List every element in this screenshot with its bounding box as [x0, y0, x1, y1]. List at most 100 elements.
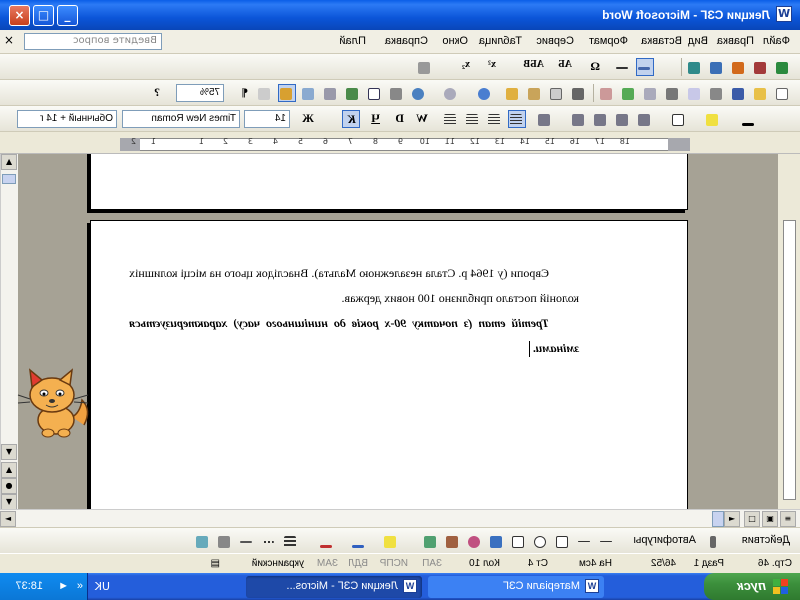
strike-button[interactable]: W	[416, 111, 428, 126]
spelling-status-icon[interactable]: ▤	[211, 558, 220, 569]
next-page-button[interactable]: ▼	[1, 494, 17, 510]
open-icon[interactable]	[752, 84, 770, 102]
document-text[interactable]: Європи (у 1964 р. Стала незалежною Мальт…	[129, 261, 579, 361]
status-trk[interactable]: ИСПР	[380, 558, 408, 569]
reading-icon[interactable]	[256, 84, 274, 102]
italic-button[interactable]: К	[342, 110, 360, 128]
paragraph-text[interactable]: Третій етап (з початку 90-х років до нин…	[129, 316, 579, 355]
language-indicator[interactable]: UK	[95, 580, 110, 593]
task-lectures[interactable]: W Лекции СЗГ - Micros...	[246, 576, 422, 598]
increase-indent-icon[interactable]	[636, 110, 654, 128]
clock[interactable]: 18:37	[15, 580, 43, 592]
save-icon[interactable]	[730, 84, 748, 102]
access-icon[interactable]	[752, 58, 770, 76]
align-left-icon[interactable]	[442, 110, 460, 128]
print-layout-icon[interactable]: □	[744, 511, 760, 527]
permission-icon[interactable]	[708, 84, 726, 102]
style-combo[interactable]: Обычный + 14 г	[17, 110, 117, 128]
status-rec[interactable]: ЗАП	[422, 558, 442, 569]
maximize-button[interactable]: □	[33, 5, 54, 26]
close-document-icon[interactable]: ×	[4, 33, 14, 47]
horizontal-scrollbar[interactable]: ≡ ▣ □ ◄ ►	[0, 509, 800, 527]
redo-icon[interactable]	[442, 84, 460, 102]
omega-icon[interactable]: Ω	[590, 59, 600, 74]
align-center-icon[interactable]	[464, 110, 482, 128]
excel-icon[interactable]	[774, 58, 792, 76]
zoom-combo[interactable]: 75%	[176, 84, 224, 102]
hyperlink-icon[interactable]	[410, 84, 428, 102]
line-color-icon[interactable]	[350, 532, 368, 550]
spelling-icon[interactable]: АБВ	[523, 59, 544, 70]
publisher-icon[interactable]	[686, 58, 704, 76]
dictionary-icon[interactable]: АБ	[558, 59, 572, 70]
undo-icon[interactable]	[476, 84, 494, 102]
status-ext[interactable]: ВДЛ	[348, 558, 368, 569]
vertical-scrollbar[interactable]: ▲ ▼ ▲ ● ▼	[0, 154, 18, 510]
format-painter-icon[interactable]	[504, 84, 522, 102]
menu-file[interactable]: Файл	[763, 35, 790, 47]
close-button[interactable]: ×	[9, 5, 30, 26]
menu-window[interactable]: Окно	[442, 35, 468, 47]
dash-style-icon[interactable]	[260, 532, 278, 550]
volume-icon[interactable]: ◄	[58, 580, 69, 592]
menu-help[interactable]: Справка	[385, 35, 428, 47]
font-size-combo[interactable]: 14	[244, 110, 290, 128]
insert-excel-icon[interactable]	[344, 84, 362, 102]
font-color-icon[interactable]	[740, 110, 758, 128]
line-tool-icon[interactable]	[598, 532, 616, 550]
arrow-tool-icon[interactable]	[576, 532, 594, 550]
scroll-up-button[interactable]: ▲	[1, 154, 17, 170]
autoshapes-menu[interactable]: Автофигуры	[633, 534, 696, 546]
paragraph-bold[interactable]: Третій етап (з початку 90-х років до нин…	[129, 311, 579, 361]
new-document-icon[interactable]	[774, 84, 792, 102]
research-icon[interactable]	[598, 84, 616, 102]
columns-icon[interactable]	[322, 84, 340, 102]
print-icon[interactable]	[664, 84, 682, 102]
document-map-icon[interactable]	[278, 84, 296, 102]
shadow-icon[interactable]	[216, 532, 234, 550]
font-combo[interactable]: Times New Roman	[122, 110, 240, 128]
highlight-icon[interactable]	[704, 110, 722, 128]
wordart-button[interactable]: D	[395, 111, 404, 126]
3d-icon[interactable]	[194, 532, 212, 550]
justify-icon[interactable]	[508, 110, 526, 128]
scroll-thumb[interactable]	[2, 174, 16, 184]
align-icon[interactable]	[636, 58, 654, 76]
fill-color-icon[interactable]	[382, 532, 400, 550]
horizontal-ruler[interactable]: 2 1 1 2 3 4 5 6 7 8 9 10 11 12 13 14 15 …	[0, 136, 800, 154]
diagram-icon[interactable]	[466, 532, 484, 550]
web-view-icon[interactable]: ▣	[762, 511, 778, 527]
drawing-font-color-icon[interactable]	[318, 532, 336, 550]
status-ovr[interactable]: ЗАМ	[317, 558, 338, 569]
tables-borders-icon[interactable]	[388, 84, 406, 102]
horizontal-scroll-thumb[interactable]	[712, 511, 724, 527]
copy-icon[interactable]	[548, 84, 566, 102]
scroll-down-button[interactable]: ▼	[1, 444, 17, 460]
line-spacing-icon[interactable]	[536, 110, 554, 128]
line-icon[interactable]	[614, 58, 632, 76]
word-app-icon[interactable]: W	[776, 6, 792, 22]
clipart-icon[interactable]	[444, 532, 462, 550]
select-arrow-icon[interactable]	[702, 532, 720, 550]
align-right-icon[interactable]	[486, 110, 504, 128]
menu-play[interactable]: Плай	[339, 35, 366, 47]
ask-question-input[interactable]: Введите вопрос	[24, 33, 162, 50]
underline-button[interactable]: Ч	[371, 111, 380, 126]
arrow-style-icon[interactable]	[238, 532, 256, 550]
superscript-icon[interactable]: x²	[488, 59, 496, 70]
office-assistant-cat-icon[interactable]	[14, 365, 94, 440]
oval-tool-icon[interactable]	[532, 532, 550, 550]
drawing-icon[interactable]	[300, 84, 318, 102]
borders-icon[interactable]	[670, 110, 688, 128]
current-page[interactable]: Європи (у 1964 р. Стала незалежною Мальт…	[90, 220, 688, 509]
decrease-indent-icon[interactable]	[614, 110, 632, 128]
insert-table-icon[interactable]	[366, 84, 384, 102]
paste-icon[interactable]	[526, 84, 544, 102]
spellcheck-icon[interactable]	[620, 84, 638, 102]
vertical-ruler[interactable]	[778, 154, 800, 509]
wordart-icon[interactable]	[488, 532, 506, 550]
outlook-icon[interactable]	[708, 58, 726, 76]
email-icon[interactable]	[686, 84, 704, 102]
menu-table[interactable]: Таблица	[479, 35, 522, 47]
powerpoint-icon[interactable]	[730, 58, 748, 76]
